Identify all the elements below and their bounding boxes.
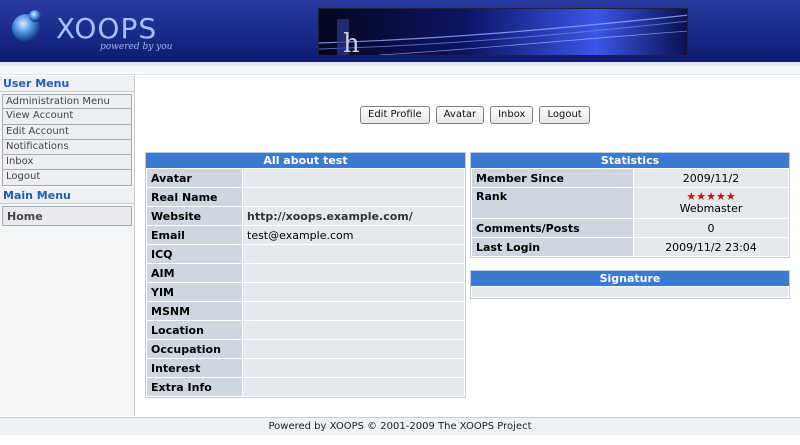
table-row: Avatar [147, 169, 464, 187]
email-link[interactable]: test@example.com [243, 226, 464, 244]
table-row: Last Login 2009/11/2 23:04 [472, 238, 788, 256]
footer-bottom-bar [0, 435, 800, 445]
sidebar-item-edit-account[interactable]: Edit Account [2, 124, 132, 140]
site-logo-tagline: powered by you [100, 42, 173, 52]
statistics-panel: Statistics Member Since 2009/11/2 Rank ★… [470, 152, 790, 258]
table-row: ICQ [147, 245, 464, 263]
table-row: Occupation [147, 340, 464, 358]
table-row: MSNM [147, 302, 464, 320]
table-row: Extra Info [147, 378, 464, 396]
sidebar: User Menu Administration Menu View Accou… [0, 76, 135, 416]
row-label: Interest [147, 359, 242, 377]
rank-label: Rank [472, 188, 633, 218]
table-row: Email test@example.com [147, 226, 464, 244]
extra-info-value [243, 378, 464, 396]
header-banner[interactable]: h [318, 8, 688, 56]
main-menu-title: Main Menu [0, 187, 134, 204]
avatar-button[interactable]: Avatar [435, 106, 485, 124]
yim-value [243, 283, 464, 301]
row-label: Location [147, 321, 242, 339]
row-label: Extra Info [147, 378, 242, 396]
sidebar-item-view-account[interactable]: View Account [2, 109, 132, 125]
interest-value [243, 359, 464, 377]
rank-name: Webmaster [679, 202, 743, 215]
msnm-value [243, 302, 464, 320]
comments-posts-label: Comments/Posts [472, 219, 633, 237]
member-since-value: 2009/11/2 [634, 169, 788, 187]
row-label: Website [147, 207, 242, 225]
table-row: AIM [147, 264, 464, 282]
statistics-title: Statistics [471, 153, 789, 168]
table-row: Comments/Posts 0 [472, 219, 788, 237]
page-footer: Powered by XOOPS © 2001-2009 The XOOPS P… [0, 417, 800, 435]
signature-body [472, 287, 788, 297]
row-label: YIM [147, 283, 242, 301]
user-menu-list: Administration Menu View Account Edit Ac… [2, 94, 132, 186]
last-login-value: 2009/11/2 23:04 [634, 238, 788, 256]
signature-title: Signature [471, 271, 789, 286]
about-user-title: All about test [146, 153, 465, 168]
last-login-label: Last Login [472, 238, 633, 256]
member-since-label: Member Since [472, 169, 633, 187]
table-row: YIM [147, 283, 464, 301]
site-header: XOOPS powered by you h [0, 0, 800, 62]
comments-posts-value: 0 [634, 219, 788, 237]
logout-button[interactable]: Logout [539, 106, 590, 124]
row-label: MSNM [147, 302, 242, 320]
avatar-value [243, 169, 464, 187]
sidebar-item-logout[interactable]: Logout [2, 170, 132, 186]
header-subbar [0, 66, 800, 75]
location-value [243, 321, 464, 339]
occupation-value [243, 340, 464, 358]
icq-value [243, 245, 464, 263]
row-label: Real Name [147, 188, 242, 206]
signature-panel: Signature [470, 270, 790, 299]
table-row: Website http://xoops.example.com/ [147, 207, 464, 225]
statistics-table: Member Since 2009/11/2 Rank ★★★★★ Webmas… [471, 168, 789, 257]
sidebar-item-administration-menu[interactable]: Administration Menu [2, 94, 132, 110]
row-label: AIM [147, 264, 242, 282]
sidebar-item-home[interactable]: Home [2, 205, 132, 226]
table-row: Location [147, 321, 464, 339]
website-link[interactable]: http://xoops.example.com/ [243, 207, 464, 225]
table-row: Rank ★★★★★ Webmaster [472, 188, 788, 218]
site-logo-text[interactable]: XOOPS [56, 12, 157, 45]
banner-letter: h [343, 29, 360, 56]
row-label: ICQ [147, 245, 242, 263]
xoops-orb-icon [12, 10, 41, 42]
about-user-panel: All about test Avatar Real Name Website h… [145, 152, 466, 398]
about-user-table: Avatar Real Name Website http://xoops.exa… [146, 168, 465, 397]
table-row: Member Since 2009/11/2 [472, 169, 788, 187]
user-menu-title: User Menu [0, 76, 134, 92]
edit-profile-button[interactable]: Edit Profile [360, 106, 430, 124]
rank-stars: ★★★★★ [638, 191, 784, 202]
real-name-value [243, 188, 464, 206]
row-label: Email [147, 226, 242, 244]
sidebar-item-inbox[interactable]: Inbox [2, 155, 132, 171]
rank-value: ★★★★★ Webmaster [634, 188, 788, 218]
table-row: Real Name [147, 188, 464, 206]
table-row: Interest [147, 359, 464, 377]
aim-value [243, 264, 464, 282]
profile-actions: Edit Profile Avatar Inbox Logout [360, 106, 590, 124]
sidebar-item-notifications[interactable]: Notifications [2, 139, 132, 156]
row-label: Occupation [147, 340, 242, 358]
banner-graphic [319, 9, 687, 55]
row-label: Avatar [147, 169, 242, 187]
inbox-button[interactable]: Inbox [490, 106, 534, 124]
